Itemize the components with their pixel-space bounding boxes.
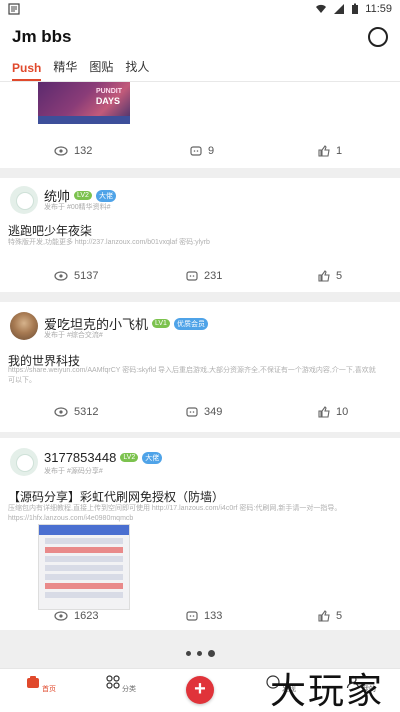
post-title[interactable]: 逃跑吧少年夜柒 [8,222,92,239]
level-badge: LV2 [74,191,92,200]
battery-icon [352,3,359,14]
likes-count: 10 [336,406,349,418]
page-dot [197,651,202,656]
views-count: 5312 [74,406,99,418]
comments-stat[interactable]: 231 [186,270,222,282]
likes-count: 5 [336,270,343,282]
app-header: Jm bbs [0,18,400,56]
thumbs-up-icon [318,610,330,622]
nav-label: 分类 [121,686,136,693]
comments-stat[interactable]: 9 [190,145,214,157]
comments-count: 349 [204,406,223,418]
ring-icon[interactable] [368,27,388,47]
views-count: 5137 [74,270,99,282]
views-stat[interactable]: 132 [54,145,92,157]
username[interactable]: 3177853448 [44,450,116,465]
avatar[interactable] [10,448,38,476]
page-indicator [186,650,215,657]
comments-count: 133 [204,610,223,622]
eye-icon [54,407,68,417]
post-excerpt: 特殊版开发,功能更多 http://237.lanzoux.com/b01vxq… [8,239,210,246]
post-actions: 5312 349 10 [0,400,400,424]
comment-icon [186,270,198,281]
home-icon [27,676,40,688]
comment-icon [186,406,198,417]
comments-count: 231 [204,270,223,282]
eye-icon [54,611,68,621]
tab-find-people[interactable]: 找人 [119,58,155,81]
page-dot [186,651,191,656]
views-count: 132 [74,145,93,157]
post-card[interactable]: 3177853448 LV2 大佬 发布于 #源码分享# 【源码分享】彩虹代刷网… [0,438,400,630]
views-stat[interactable]: 5312 [54,406,98,418]
post-card[interactable]: 爱吃坦克的小飞机 LV1 优质会员 发布于 #综合交流# 我的世界科技 http… [0,302,400,432]
author-row: 3177853448 LV2 大佬 [44,450,163,465]
status-badge: 优质会员 [173,317,208,330]
status-badge: 大佬 [95,189,116,202]
wifi-icon [316,4,327,13]
likes-count: 1 [336,145,343,157]
post-image[interactable] [38,524,130,610]
views-stat[interactable]: 1623 [54,610,98,622]
eye-icon [54,146,68,156]
likes-stat[interactable]: 10 [318,406,348,418]
image-text: DAYS [95,96,120,106]
thumbs-up-icon [318,406,330,418]
nav-category[interactable]: 分类 [96,675,146,694]
signal-icon [334,4,345,14]
likes-count: 5 [336,610,343,622]
post-title[interactable]: 【源码分享】彩虹代刷网免授权（防墙） [8,488,224,505]
post-card[interactable]: 统帅 LV2 大佬 发布于 #00精华资料# 逃跑吧少年夜柒 特殊版开发,功能更… [0,178,400,292]
tab-push[interactable]: Push [6,61,47,81]
new-post-button[interactable]: + [186,676,214,704]
tab-bar: Push 精华 图贴 找人 [0,56,400,82]
post-excerpt: 压缩包内有详细教程,直接上传到空间即可使用 http://17.lanzous.… [8,505,342,522]
thumbs-up-icon [318,270,330,282]
post-meta: 发布于 #源码分享# [44,468,103,475]
comments-stat[interactable]: 349 [186,406,222,418]
likes-stat[interactable]: 5 [318,610,342,622]
post-excerpt: https://share.weiyun.com/AAMfqrCY 密码:sky… [8,367,376,384]
views-stat[interactable]: 5137 [54,270,98,282]
watermark: 大玩家 [270,671,385,712]
post-image[interactable]: PUNDIT DAYS [38,82,130,124]
tab-essence[interactable]: 精华 [47,58,83,81]
post-actions: 1623 133 5 [0,604,400,628]
post-feed[interactable]: PUNDIT DAYS 132 9 1 统帅 LV2 大佬 发布于 #00精华资… [0,82,400,668]
post-meta: 发布于 #综合交流# [44,332,103,339]
nav-label: 首页 [41,686,56,693]
app-title: Jm bbs [12,27,72,46]
comment-icon [186,610,198,621]
views-count: 1623 [74,610,99,622]
image-text: PUNDIT [95,88,122,95]
page-dot-active [208,650,215,657]
comment-icon [190,145,202,156]
level-badge: LV1 [152,319,170,328]
level-badge: LV2 [120,453,139,462]
post-actions: 132 9 1 [0,139,400,163]
avatar[interactable] [10,186,38,214]
app-notification-icon [8,3,20,15]
tab-picture-posts[interactable]: 图贴 [83,58,119,81]
post-actions: 5137 231 5 [0,264,400,288]
avatar[interactable] [10,312,38,340]
likes-stat[interactable]: 5 [318,270,342,282]
thumbs-up-icon [318,145,330,157]
eye-icon [54,271,68,281]
status-bar: 11:59 [0,0,400,18]
comments-count: 9 [208,145,215,157]
nav-home[interactable]: 首页 [16,675,66,694]
likes-stat[interactable]: 1 [318,145,342,157]
status-badge: 大佬 [142,451,163,464]
grid-icon [106,675,120,689]
post-meta: 发布于 #00精华资料# [44,204,111,211]
comments-stat[interactable]: 133 [186,610,222,622]
post-card[interactable]: PUNDIT DAYS 132 9 1 [0,82,400,168]
status-time: 11:59 [365,3,392,15]
